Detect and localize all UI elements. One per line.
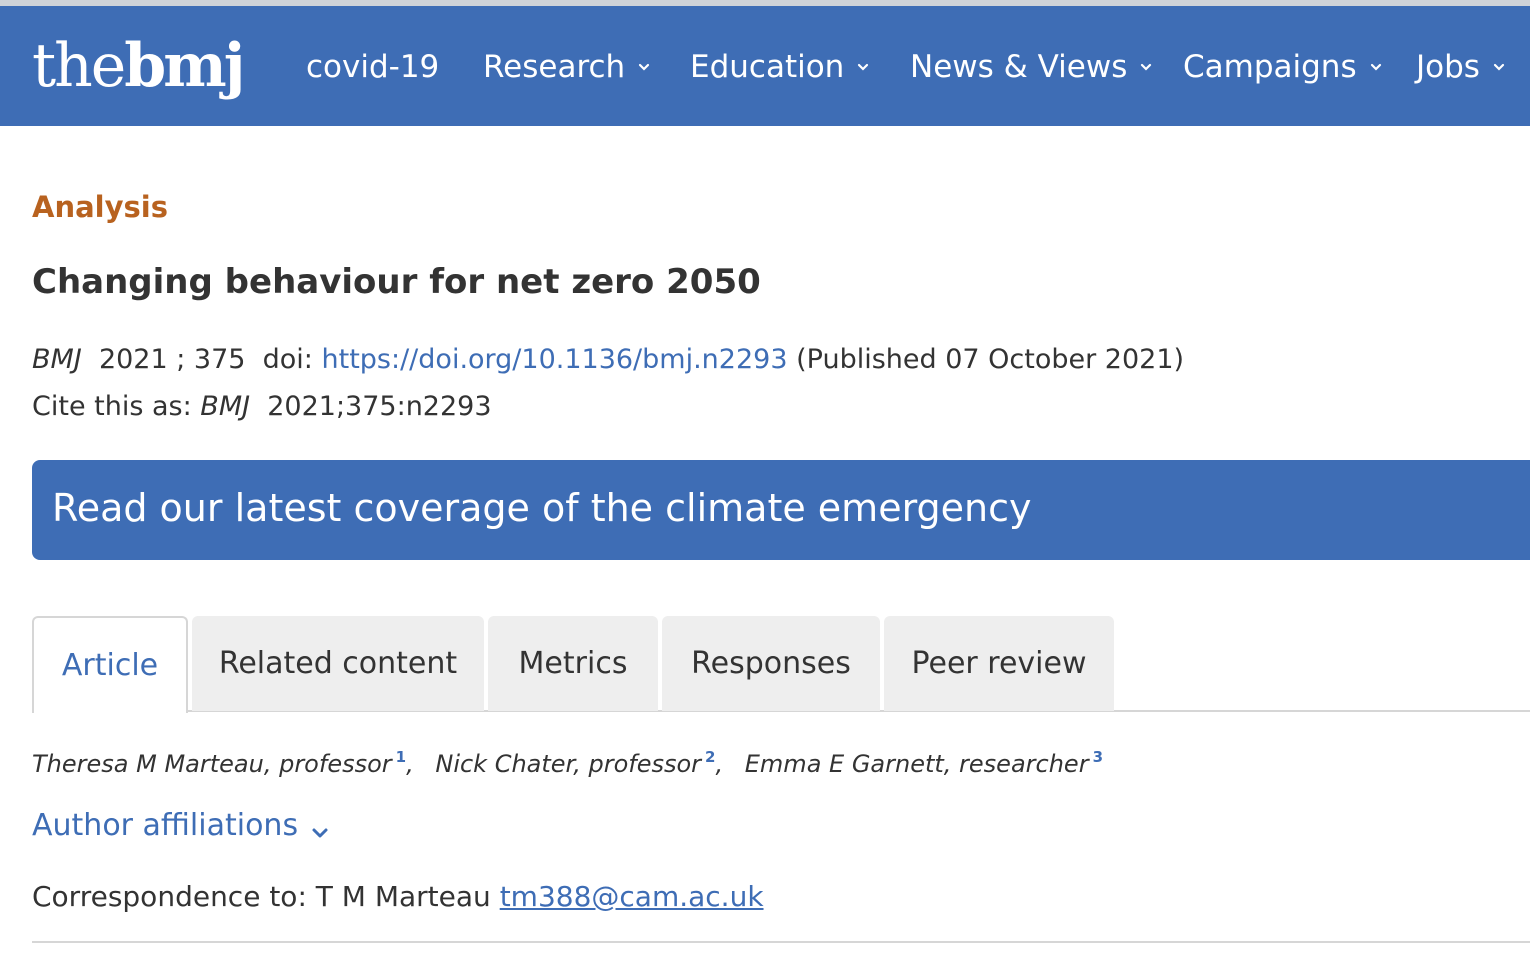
correspondence-email[interactable]: tm388@cam.ac.uk (500, 880, 764, 913)
chevron-down-icon (856, 60, 870, 74)
bmj-logo[interactable]: the bmj (32, 26, 245, 106)
nav-item-label: Campaigns (1183, 49, 1357, 85)
doi-prefix: doi: (262, 344, 313, 375)
nav-item-label: covid-19 (306, 49, 440, 85)
chevron-down-icon (637, 60, 651, 74)
correspondence-line: Correspondence to: T M Marteau tm388@cam… (32, 880, 764, 913)
nav-item-education[interactable]: Education (690, 44, 870, 90)
cite-as-reference: 2021;375:n2293 (267, 391, 492, 422)
nav-item-jobs[interactable]: Jobs (1416, 44, 1506, 90)
nav-item-campaigns[interactable]: Campaigns (1183, 44, 1383, 90)
author-name[interactable]: Emma E Garnett, researcher (745, 750, 1089, 778)
journal-name: BMJ (200, 391, 251, 422)
chevron-down-icon (310, 816, 330, 837)
tab-metrics[interactable]: Metrics (488, 616, 658, 711)
article-type-label: Analysis (32, 190, 168, 224)
nav-item-news-views[interactable]: News & Views (910, 44, 1153, 90)
nav-item-label: Jobs (1416, 49, 1480, 85)
chevron-down-icon (1492, 60, 1506, 74)
tab-label: Responses (691, 646, 851, 681)
nav-item-label: News & Views (910, 49, 1128, 85)
affiliation-ref[interactable]: 2 (705, 748, 715, 766)
nav-item-label: Education (690, 49, 845, 85)
year-volume: 2021 ; 375 (98, 344, 246, 375)
affiliation-ref[interactable]: 1 (396, 748, 406, 766)
tab-label: Related content (218, 646, 458, 681)
author-separator: , (406, 750, 414, 778)
cite-as-line: Cite this as: BMJ 2021;375:n2293 (32, 391, 492, 422)
tab-responses[interactable]: Responses (662, 616, 880, 711)
cite-as-prefix: Cite this as: (32, 391, 192, 422)
affiliations-label: Author affiliations (32, 808, 299, 843)
affiliation-ref[interactable]: 3 (1093, 748, 1103, 766)
tab-peer-review[interactable]: Peer review (884, 616, 1114, 711)
correspondence-prefix: Correspondence to: T M Marteau (32, 880, 491, 913)
author-list: Theresa M Marteau, professor 1, Nick Chat… (32, 748, 1103, 778)
chevron-down-icon (1369, 60, 1383, 74)
nav-item-label: Research (483, 49, 626, 85)
author-name[interactable]: Nick Chater, professor (435, 750, 701, 778)
doi-link[interactable]: https://doi.org/10.1136/bmj.n2293 (322, 344, 788, 375)
nav-item-covid-19[interactable]: covid-19 (306, 44, 439, 90)
author-separator: , (715, 750, 724, 778)
nav-item-research[interactable]: Research (483, 44, 651, 90)
tab-label: Peer review (911, 646, 1087, 681)
chevron-down-icon (1139, 60, 1153, 74)
section-divider (32, 941, 1530, 943)
journal-name: BMJ (32, 344, 82, 375)
author-name[interactable]: Theresa M Marteau, professor (32, 750, 392, 778)
published-date: (Published 07 October 2021) (796, 344, 1185, 375)
citation-line: BMJ 2021 ; 375 doi: https://doi.org/10.1… (32, 344, 1184, 375)
tab-label: Metrics (518, 646, 628, 681)
logo-bmj: bmj (124, 31, 245, 101)
author-affiliations-toggle[interactable]: Author affiliations (32, 808, 330, 843)
tab-article[interactable]: Article (32, 616, 188, 713)
tab-label: Article (61, 648, 159, 683)
climate-coverage-banner[interactable]: Read our latest coverage of the climate … (32, 460, 1530, 560)
tab-related-content[interactable]: Related content (192, 616, 484, 711)
logo-the: the (32, 31, 126, 101)
banner-text: Read our latest coverage of the climate … (52, 486, 1032, 530)
article-title: Changing behaviour for net zero 2050 (32, 262, 761, 302)
site-navbar: the bmj covid-19 Research Education News … (0, 6, 1530, 126)
